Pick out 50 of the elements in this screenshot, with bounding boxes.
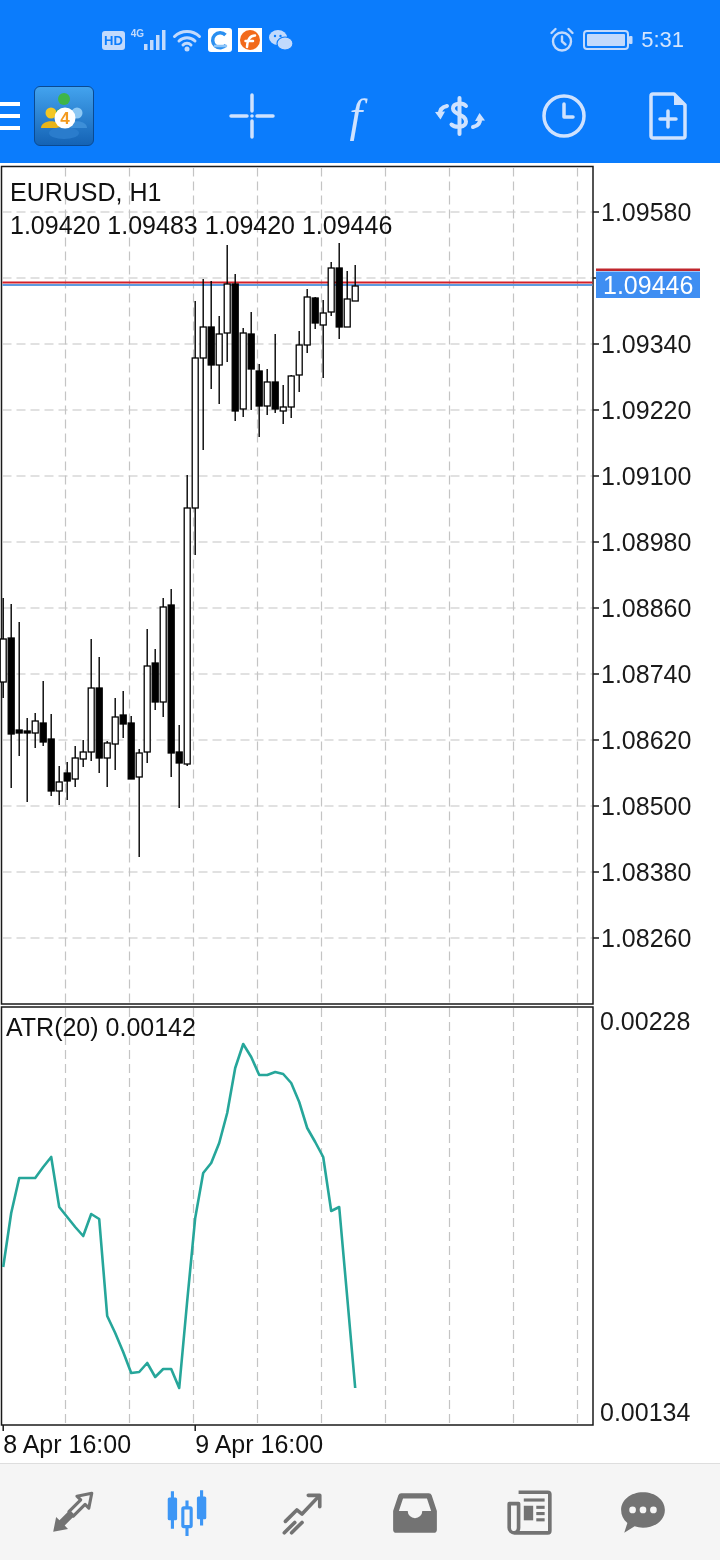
price-label: 1.08740 [601, 660, 692, 688]
menu-icon[interactable] [0, 100, 20, 131]
axis-tick [592, 607, 600, 609]
axis-tick [592, 475, 600, 477]
scale-label: 0.00134 [600, 1398, 691, 1426]
axis-tick [592, 409, 600, 411]
add-document-icon[interactable] [649, 91, 687, 140]
time-label: 9 Apr 16:00 [195, 1430, 324, 1458]
price-label: 1.08860 [601, 594, 692, 622]
price-label: 1.08980 [601, 528, 692, 556]
axis-tick [592, 211, 600, 213]
axis-tick [2, 1424, 4, 1432]
price-label: 1.09220 [601, 396, 692, 424]
signal-icon [142, 29, 167, 51]
price-label: 1.08260 [601, 924, 692, 952]
axis-tick [194, 1424, 196, 1432]
people-figures-drawing [40, 91, 88, 140]
newspaper-icon[interactable] [504, 1487, 554, 1537]
chat-bubbles-icon [268, 28, 295, 52]
hd-badge: HD [102, 30, 125, 50]
price-label: 1.08620 [601, 726, 692, 754]
axis-tick [592, 871, 600, 873]
axis-tick [592, 937, 600, 939]
axis-tick [592, 541, 600, 543]
logo-number: 4 [59, 108, 71, 129]
function-button[interactable]: f [345, 92, 367, 139]
symbol-label: EURUSD, H1 [10, 178, 162, 206]
clock-icon[interactable] [541, 92, 587, 139]
app-icon [208, 28, 233, 52]
price-label: 1.08500 [601, 792, 692, 820]
status-time: 5:31 [641, 29, 684, 51]
axis-tick [592, 673, 600, 675]
current-price-tag: 1.09446 [596, 271, 700, 299]
ohlc-values: 1.09420 1.09483 1.09420 1.09446 [10, 211, 393, 239]
price-label: 1.08380 [601, 858, 692, 886]
battery-icon [583, 28, 634, 52]
indicator-title: ATR(20) 0.00142 [6, 1013, 196, 1041]
price-label: 1.09580 [601, 198, 692, 226]
time-label: 8 Apr 16:00 [3, 1430, 132, 1458]
axis-tick [592, 805, 600, 807]
axis-tick [592, 739, 600, 741]
price-label: 1.09340 [601, 330, 692, 358]
scale-label: 0.00228 [600, 1007, 691, 1035]
app-icon [238, 28, 263, 52]
network-type-label: 4G [130, 29, 145, 39]
axis-tick [592, 343, 600, 345]
wifi-icon [172, 28, 203, 52]
price-label: 1.09100 [601, 462, 692, 490]
alarm-clock-icon [549, 27, 576, 53]
crosshair-icon[interactable] [229, 92, 275, 139]
